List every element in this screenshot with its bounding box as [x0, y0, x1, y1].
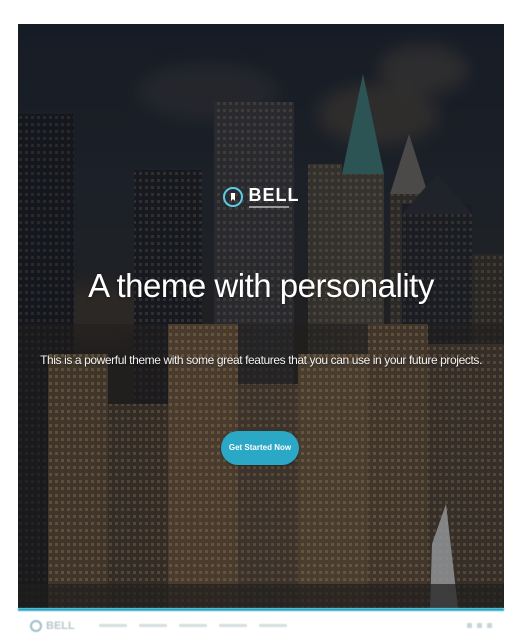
bell-logo-icon [222, 187, 243, 207]
logo-text: BELL [248, 185, 300, 205]
page: BELL A theme with personality This is a … [0, 0, 520, 640]
twitter-icon[interactable] [477, 623, 482, 628]
facebook-icon[interactable] [467, 623, 472, 628]
nav-link[interactable] [98, 624, 127, 627]
get-started-button[interactable]: Get Started Now [221, 431, 299, 465]
hero-logo[interactable]: BELL [18, 186, 504, 208]
nav-link[interactable] [178, 624, 207, 627]
google-plus-icon[interactable] [487, 623, 492, 628]
hero-subline: This is a powerful theme with some great… [40, 353, 482, 367]
hero-headline: A theme with personality [88, 267, 434, 304]
hero-section: BELL A theme with personality This is a … [18, 24, 504, 608]
navbar: BELL [18, 608, 504, 640]
nav-links [98, 624, 287, 627]
nav-link[interactable] [218, 624, 247, 627]
logo-wordmark: BELL [248, 185, 300, 208]
nav-link[interactable] [258, 624, 287, 627]
nav-logo-text: BELL [46, 619, 75, 632]
logo-tagline-line [248, 206, 289, 208]
nav-link[interactable] [138, 624, 167, 627]
nav-social [467, 623, 492, 628]
nav-logo[interactable]: BELL [30, 619, 75, 632]
hero-content: BELL A theme with personality This is a … [18, 24, 504, 608]
bell-logo-icon [30, 619, 42, 632]
